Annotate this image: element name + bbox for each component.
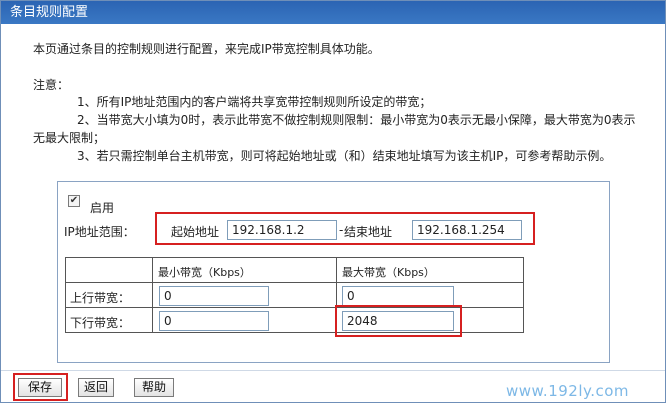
end-address-label: 结束地址 xyxy=(344,225,393,239)
table-divider xyxy=(65,282,524,283)
note-line-1: 1、所有IP地址范围内的客户端将共享宽带控制规则所设定的带宽； xyxy=(77,95,432,109)
back-button[interactable]: 返回 xyxy=(78,378,114,397)
help-button[interactable]: 帮助 xyxy=(134,378,174,397)
footer-divider xyxy=(1,370,665,371)
table-divider xyxy=(152,257,153,333)
note-line-2-cont: 无最大限制； xyxy=(33,131,106,145)
upstream-max-input[interactable]: 0 xyxy=(342,286,454,306)
enable-label: 启用 xyxy=(90,201,115,215)
watermark: www.192ly.com xyxy=(506,382,630,400)
note-line-3: 3、若只需控制单台主机带宽，则可将起始地址或（和）结束地址填写为该主机IP，可参… xyxy=(77,149,612,163)
page-title: 条目规则配置 xyxy=(1,1,665,24)
upstream-min-input[interactable]: 0 xyxy=(159,286,269,306)
start-address-label: 起始地址 xyxy=(171,225,220,239)
ip-range-label: IP地址范围： xyxy=(64,225,135,239)
note-line-2: 2、当带宽大小填为0时，表示此带宽不做控制规则限制：最小带宽为0表示无最小保障，… xyxy=(77,113,636,127)
min-bandwidth-header: 最小带宽（Kbps） xyxy=(158,266,251,279)
note-label: 注意： xyxy=(33,78,70,92)
max-bandwidth-header: 最大带宽（Kbps） xyxy=(342,266,435,279)
range-separator: - xyxy=(339,223,344,237)
end-address-input[interactable]: 192.168.1.254 xyxy=(412,220,522,240)
downstream-min-input[interactable]: 0 xyxy=(159,311,269,331)
save-button[interactable]: 保存 xyxy=(18,378,62,397)
start-address-input[interactable]: 192.168.1.2 xyxy=(227,220,337,240)
upstream-label: 上行带宽： xyxy=(70,291,131,305)
downstream-max-input[interactable]: 2048 xyxy=(342,311,454,331)
enable-checkbox[interactable]: ✔ xyxy=(68,195,80,207)
intro-text: 本页通过条目的控制规则进行配置，来完成IP带宽控制具体功能。 xyxy=(33,42,380,56)
downstream-label: 下行带宽： xyxy=(70,316,131,330)
